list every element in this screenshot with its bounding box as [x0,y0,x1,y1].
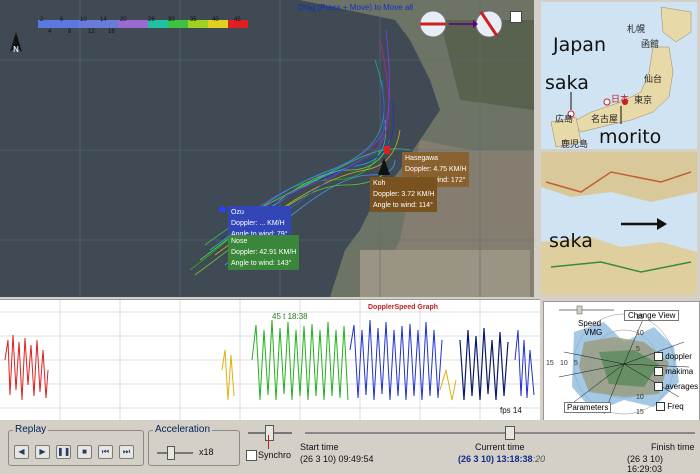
synchro-marker [268,435,269,449]
averages-checkbox [654,382,663,392]
polar-doppler-option[interactable]: doppler [654,352,692,362]
play-backward-button[interactable]: ◀ [14,445,29,459]
saka-label: saka [545,72,589,94]
replay-label: Replay [13,424,49,435]
freq-checkbox [656,402,665,412]
graph-time-label: 45 t 18:38 [272,312,308,321]
stop-button[interactable]: ■ [77,445,92,459]
japan-map: Japan saka morito 札幌 函館 仙台 東京 日本 名古屋 広島 … [541,2,697,150]
polar-diagram[interactable]: Change View Speed VMG doppler makima ave… [543,301,700,421]
acceleration-slider-track[interactable] [157,452,193,454]
polar-freq-option[interactable]: Freq [656,402,684,412]
graph-svg [0,300,540,420]
finish-time-label: Finish time [651,442,695,452]
replay-group: Replay ◀ ▶ ❚❚ ■ ⏮ ⏭ [8,424,144,466]
pause-button[interactable]: ❚❚ [56,445,71,459]
acceleration-label: Acceleration [153,424,213,435]
series-navy [459,327,509,401]
saka-map-label: saka [549,230,593,252]
parameters-button[interactable]: Parameters [564,402,612,413]
acceleration-group: Acceleration x18 [148,424,240,466]
play-button[interactable]: ▶ [35,445,50,459]
graph-title: DopplerSpeed Graph [368,304,439,311]
timeline-thumb[interactable] [505,426,515,440]
polar-makima-option[interactable]: makima [654,367,693,377]
doppler-checkbox [654,352,663,362]
legend-bottom-labels: 4 8 12 16 [48,29,115,35]
polar-averages-option[interactable]: averages [654,382,698,392]
acceleration-value: x18 [199,447,214,457]
map-hint: Drag (Press + Move) to Move all [298,3,413,12]
series-red [4,334,49,401]
doppler-speed-graph[interactable]: DopplerSpeed Graph 45 t 18:38 fps 14 [0,299,540,420]
polar-speed-label: Speed [578,319,602,328]
timeline-track[interactable] [305,432,695,434]
current-time-label: Current time [475,442,525,452]
rewind-button[interactable]: ⏮ [98,445,113,459]
polar-vmg-label: VMG [584,328,603,337]
change-view-button[interactable]: Change View [624,310,680,321]
side-panel: Japan saka morito 札幌 函館 仙台 東京 日本 名古屋 広島 … [537,0,700,297]
fps-label: fps 14 [500,406,522,415]
synchro-slider-thumb[interactable] [265,425,274,441]
acceleration-slider-thumb[interactable] [167,446,175,460]
japan-label: Japan [553,34,606,56]
fast-forward-button[interactable]: ⏭ [119,445,134,459]
finish-time-value: (26 3 10) 16:29:03 [627,454,664,474]
boat-tag-koh[interactable]: Koh Doppler: 3.72 KM/H Angle to wind: 11… [370,177,438,212]
start-time-value: (26 3 10) 09:49:54 [300,454,374,464]
series-yellow [221,349,235,401]
current-time-value: (26 3 10) 13:18:38:20 [458,454,546,464]
boat-marker [384,146,390,154]
legend-top-labels: 2 6 10 14 20 26 30 35 40 45 [40,17,241,23]
saka-map: saka [541,152,697,295]
series-blue [349,319,443,401]
boat-tag-nose[interactable]: Nose Doppler: 42.91 KM/H Angle to wind: … [228,235,300,270]
makima-checkbox [654,367,663,377]
synchro-label: Synchro [258,450,292,460]
svg-text:N: N [13,45,19,54]
control-bar: Replay ◀ ▶ ❚❚ ■ ⏮ ⏭ Acceleration x18 Syn… [0,420,700,474]
synchro-checkbox[interactable] [246,450,257,461]
satellite-map[interactable]: N Drag (Press + Move) to Move all 2 6 10… [0,0,534,297]
map-checkbox[interactable] [510,11,522,23]
morito-label: morito [599,126,662,148]
start-time-label: Start time [300,442,339,452]
